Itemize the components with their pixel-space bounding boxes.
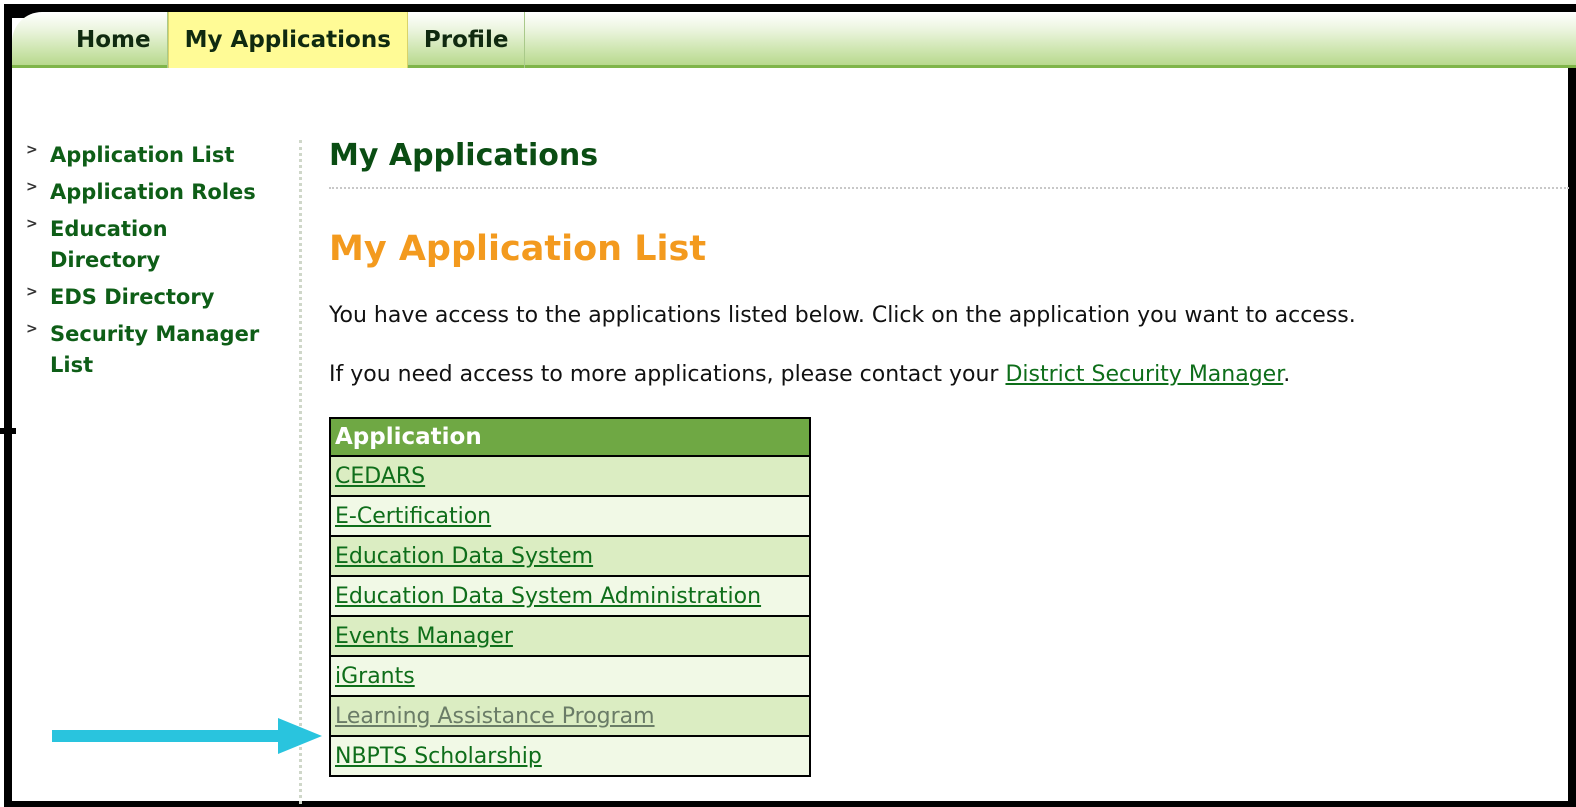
- app-link-e-certification[interactable]: E-Certification: [335, 504, 491, 529]
- chevron-right-icon: >: [26, 142, 38, 158]
- table-row: Education Data System: [329, 535, 811, 577]
- sidebar-item-security-manager-list[interactable]: > Security Manager List: [26, 319, 286, 381]
- table-row: NBPTS Scholarship: [329, 735, 811, 777]
- contact-suffix: .: [1283, 362, 1291, 387]
- main-content: My Applications My Application List You …: [329, 138, 1569, 777]
- sidebar-item-label[interactable]: Application List: [50, 140, 234, 171]
- sidebar: > Application List > Application Roles >…: [26, 140, 286, 387]
- annotation-arrow-icon: [52, 718, 322, 754]
- applications-table: Application CEDARS E-Certification Educa…: [329, 417, 811, 777]
- sidebar-item-label[interactable]: Security Manager List: [50, 319, 280, 381]
- frame-side-mark: [0, 428, 16, 434]
- contact-prefix: If you need access to more applications,…: [329, 362, 1006, 387]
- sidebar-item-label[interactable]: EDS Directory: [50, 282, 214, 313]
- table-row: CEDARS: [329, 455, 811, 497]
- app-link-events-manager[interactable]: Events Manager: [335, 624, 513, 649]
- table-cell: CEDARS: [329, 455, 811, 497]
- table-cell: NBPTS Scholarship: [329, 735, 811, 777]
- tab-home[interactable]: Home: [60, 12, 168, 68]
- sidebar-item-education-directory[interactable]: > Education Directory: [26, 214, 286, 276]
- sidebar-item-eds-directory[interactable]: > EDS Directory: [26, 282, 286, 313]
- district-security-manager-link[interactable]: District Security Manager: [1005, 362, 1283, 387]
- table-cell: Events Manager: [329, 615, 811, 657]
- sidebar-item-application-roles[interactable]: > Application Roles: [26, 177, 286, 208]
- column-header-application: Application: [329, 417, 811, 457]
- sidebar-item-label[interactable]: Education Directory: [50, 214, 200, 276]
- chevron-right-icon: >: [26, 216, 38, 232]
- table-row: iGrants: [329, 655, 811, 697]
- app-link-cedars[interactable]: CEDARS: [335, 464, 425, 489]
- tab-my-applications[interactable]: My Applications: [167, 12, 408, 68]
- chevron-right-icon: >: [26, 179, 38, 195]
- table-row: Events Manager: [329, 615, 811, 657]
- app-link-learning-assistance-program[interactable]: Learning Assistance Program: [335, 704, 655, 729]
- sidebar-divider: [299, 140, 302, 807]
- table-cell: E-Certification: [329, 495, 811, 537]
- section-title: My Application List: [329, 229, 707, 269]
- table-cell: Learning Assistance Program: [329, 695, 811, 737]
- app-link-eds-administration[interactable]: Education Data System Administration: [335, 584, 761, 609]
- table-cell: Education Data System Administration: [329, 575, 811, 617]
- nav-tabs: Home My Applications Profile: [60, 12, 526, 68]
- sidebar-item-application-list[interactable]: > Application List: [26, 140, 286, 171]
- contact-text: If you need access to more applications,…: [329, 362, 1569, 387]
- table-row: Learning Assistance Program: [329, 695, 811, 737]
- table-row: Education Data System Administration: [329, 575, 811, 617]
- chevron-right-icon: >: [26, 284, 38, 300]
- title-divider: [329, 187, 1569, 189]
- table-cell: Education Data System: [329, 535, 811, 577]
- chevron-right-icon: >: [26, 321, 38, 337]
- table-row: E-Certification: [329, 495, 811, 537]
- table-cell: iGrants: [329, 655, 811, 697]
- table-header-row: Application: [329, 417, 811, 457]
- top-nav-bar: Home My Applications Profile: [12, 12, 1576, 68]
- app-link-nbpts-scholarship[interactable]: NBPTS Scholarship: [335, 744, 542, 769]
- app-link-education-data-system[interactable]: Education Data System: [335, 544, 593, 569]
- tab-profile[interactable]: Profile: [408, 12, 526, 68]
- page-title: My Applications: [329, 138, 599, 173]
- sidebar-item-label[interactable]: Application Roles: [50, 177, 256, 208]
- app-link-igrants[interactable]: iGrants: [335, 664, 415, 689]
- intro-text: You have access to the applications list…: [329, 303, 1356, 328]
